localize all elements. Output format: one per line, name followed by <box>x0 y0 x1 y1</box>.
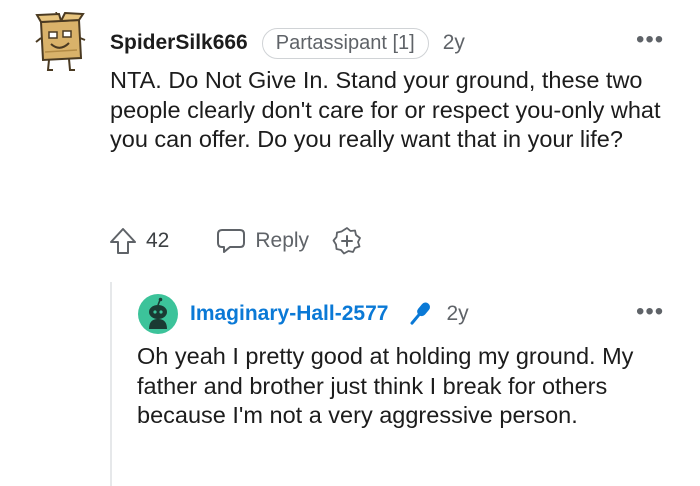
comment-body: NTA. Do Not Give In. Stand your ground, … <box>110 67 661 152</box>
plus-badge-icon <box>332 227 361 255</box>
reply-user-avatar[interactable] <box>137 293 179 335</box>
comment: SpiderSilk666 Partassipant [1] 2y ••• NT… <box>0 0 700 280</box>
upvote-arrow-icon <box>110 228 136 254</box>
thread-line[interactable] <box>110 282 112 486</box>
microphone-icon <box>404 299 434 329</box>
comment-username[interactable]: SpiderSilk666 <box>110 31 248 55</box>
comment-age: 2y <box>442 31 465 54</box>
reply-button[interactable]: Reply <box>215 226 309 256</box>
reply-body: Oh yeah I pretty good at holding my grou… <box>137 343 634 428</box>
reply-more-options-icon[interactable]: ••• <box>636 300 664 324</box>
more-options-icon[interactable]: ••• <box>636 28 664 52</box>
reply-username[interactable]: Imaginary-Hall-2577 <box>190 302 388 326</box>
comment-meta: SpiderSilk666 Partassipant [1] 2y <box>110 24 465 62</box>
speech-bubble-icon <box>217 229 246 253</box>
reply-meta: Imaginary-Hall-2577 2y <box>190 296 469 332</box>
upvote-button[interactable]: 42 <box>108 226 169 256</box>
teal-snoo-avatar-icon <box>138 294 178 334</box>
user-avatar[interactable] <box>35 9 87 74</box>
comment-thread: SpiderSilk666 Partassipant [1] 2y ••• NT… <box>0 0 700 486</box>
comment-actions: 42 Reply <box>108 224 363 258</box>
vote-count: 42 <box>146 229 170 252</box>
award-button[interactable] <box>331 225 363 257</box>
reply-age: 2y <box>446 302 469 325</box>
cardboard-box-snoo-avatar-icon <box>35 9 86 71</box>
user-flair: Partassipant [1] <box>261 27 429 59</box>
reply-label: Reply <box>255 229 310 252</box>
